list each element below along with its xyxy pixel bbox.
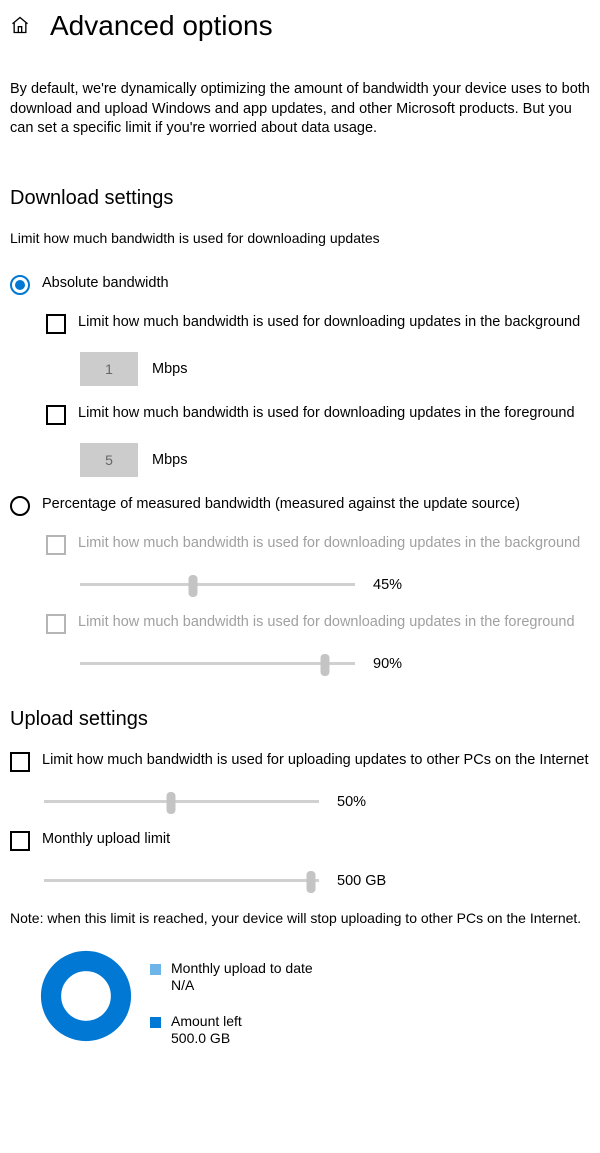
chart-legend: Monthly upload to date N/A Amount left 5…	[150, 950, 313, 1048]
legend-uploaded-value: N/A	[171, 977, 313, 995]
slider-pct-bg	[80, 573, 355, 597]
slider-pct-fg-value: 90%	[373, 656, 433, 672]
input-download-bg-mbps[interactable]	[80, 352, 138, 386]
radio-percentage-label: Percentage of measured bandwidth (measur…	[42, 495, 520, 515]
legend-remaining-value: 500.0 GB	[171, 1030, 242, 1048]
legend-remaining-label: Amount left	[171, 1013, 242, 1031]
radio-absolute-label: Absolute bandwidth	[42, 274, 169, 294]
slider-pct-fg	[80, 652, 355, 676]
checkbox-pct-fg-label: Limit how much bandwidth is used for dow…	[78, 613, 575, 633]
legend-uploaded-label: Monthly upload to date	[171, 960, 313, 978]
checkbox-download-bg-label: Limit how much bandwidth is used for dow…	[78, 313, 580, 333]
checkbox-upload-bw[interactable]	[10, 752, 30, 772]
slider-pct-bg-value: 45%	[373, 577, 433, 593]
unit-mbps-bg: Mbps	[152, 361, 187, 377]
intro-text: By default, we're dynamically optimizing…	[10, 80, 590, 139]
unit-mbps-fg: Mbps	[152, 452, 187, 468]
slider-monthly-limit[interactable]	[44, 869, 319, 893]
download-heading: Download settings	[10, 187, 590, 210]
legend-swatch-remaining	[150, 1017, 161, 1028]
upload-heading: Upload settings	[10, 708, 590, 731]
home-icon[interactable]	[10, 15, 30, 38]
checkbox-pct-bg	[46, 535, 66, 555]
checkbox-download-fg[interactable]	[46, 405, 66, 425]
download-subdesc: Limit how much bandwidth is used for dow…	[10, 230, 590, 246]
slider-monthly-limit-value: 500 GB	[337, 873, 397, 889]
legend-swatch-uploaded	[150, 964, 161, 975]
radio-absolute-bandwidth[interactable]	[10, 275, 30, 295]
checkbox-monthly-limit[interactable]	[10, 831, 30, 851]
page-title: Advanced options	[50, 10, 273, 42]
checkbox-pct-bg-label: Limit how much bandwidth is used for dow…	[78, 534, 580, 554]
upload-note: Note: when this limit is reached, your d…	[10, 909, 590, 928]
checkbox-upload-bw-label: Limit how much bandwidth is used for upl…	[42, 751, 589, 771]
slider-upload-bw-value: 50%	[337, 794, 397, 810]
checkbox-download-fg-label: Limit how much bandwidth is used for dow…	[78, 404, 575, 424]
input-download-fg-mbps[interactable]	[80, 443, 138, 477]
checkbox-download-bg[interactable]	[46, 314, 66, 334]
checkbox-pct-fg	[46, 614, 66, 634]
slider-upload-bw[interactable]	[44, 790, 319, 814]
donut-chart	[40, 950, 132, 1042]
checkbox-monthly-limit-label: Monthly upload limit	[42, 830, 170, 850]
radio-percentage-bandwidth[interactable]	[10, 496, 30, 516]
